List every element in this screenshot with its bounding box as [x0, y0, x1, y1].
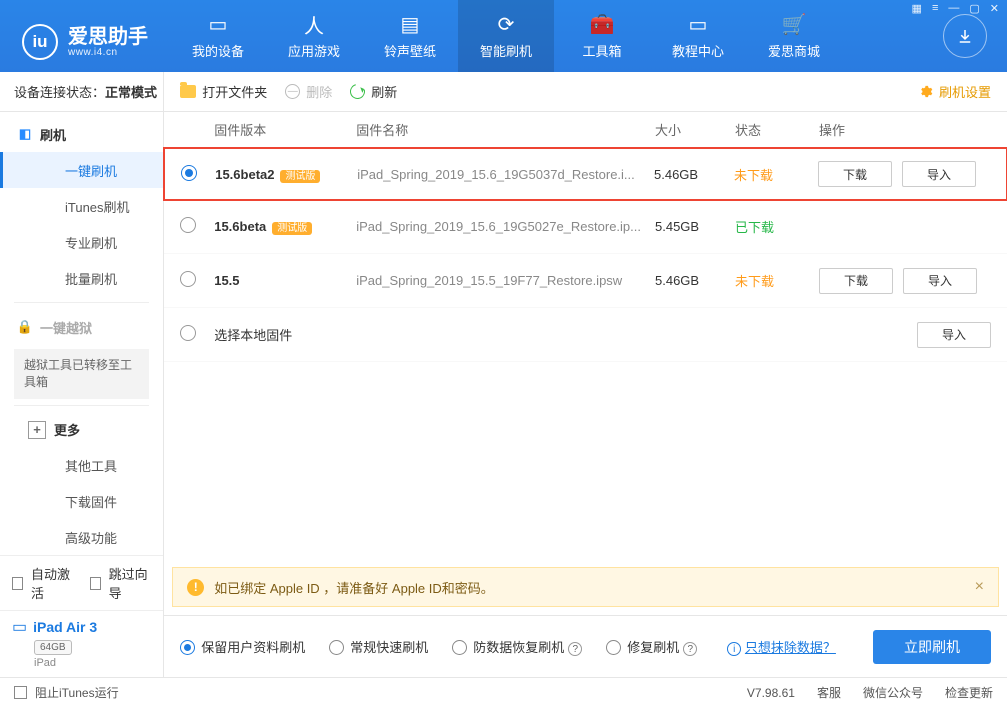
beta-badge: 测试版: [280, 170, 320, 183]
flash-icon: ◧: [14, 126, 36, 142]
block-itunes-checkbox[interactable]: [14, 686, 27, 699]
beta-badge: 测试版: [272, 222, 312, 235]
table-row[interactable]: 选择本地固件导入: [164, 308, 1007, 362]
storage-badge: 64GB: [34, 640, 72, 655]
music-icon: ▤: [401, 13, 420, 37]
toolbox-icon: 🧰: [590, 13, 615, 37]
book-icon: ▭: [689, 13, 708, 37]
help-icon[interactable]: ?: [683, 642, 697, 656]
skip-guide-checkbox[interactable]: [90, 577, 101, 590]
close-icon[interactable]: ✕: [990, 2, 999, 16]
wechat-link[interactable]: 微信公众号: [863, 684, 923, 701]
info-text: 如已绑定 Apple ID ，请准备好 Apple ID和密码。: [214, 578, 494, 597]
update-link[interactable]: 检查更新: [945, 684, 993, 701]
sidebar-group-jailbreak: 🔒 一键越狱: [0, 309, 163, 345]
brand: 爱思助手: [68, 27, 148, 47]
nav-apps[interactable]: 人应用游戏: [266, 0, 362, 72]
download-button[interactable]: 下载: [818, 161, 892, 187]
grid-icon[interactable]: ▦: [912, 2, 922, 16]
table-row[interactable]: 15.6beta2测试版iPad_Spring_2019_15.6_19G503…: [163, 147, 1007, 201]
brand-url: www.i4.cn: [68, 47, 148, 58]
table-row[interactable]: 15.6beta测试版iPad_Spring_2019_15.6_19G5027…: [164, 200, 1007, 254]
nav-my-device[interactable]: ▭我的设备: [170, 0, 266, 72]
option-radio[interactable]: [606, 640, 621, 655]
option-radio[interactable]: [329, 640, 344, 655]
sidebar-item-othertools[interactable]: 其他工具: [0, 448, 163, 484]
service-link[interactable]: 客服: [817, 684, 841, 701]
logo-icon: iu: [22, 24, 58, 60]
nav-tutorials[interactable]: ▭教程中心: [650, 0, 746, 72]
delete-icon: —: [285, 84, 300, 99]
import-button[interactable]: 导入: [917, 322, 991, 348]
nav-store[interactable]: 🛒爱思商城: [746, 0, 842, 72]
sidebar-item-pro[interactable]: 专业刷机: [0, 224, 163, 260]
tablet-icon: ▭: [12, 617, 27, 637]
device-box[interactable]: ▭ iPad Air 3 64GB iPad: [0, 610, 163, 677]
nav-ringtone[interactable]: ▤铃声壁纸: [362, 0, 458, 72]
info-icon[interactable]: i: [727, 642, 741, 656]
content: 打开文件夹 —删除 刷新 刷机设置 固件版本 固件名称 大小 状态 操作 15.…: [164, 72, 1007, 677]
sidebar-group-flash[interactable]: ◧ 刷机: [0, 116, 163, 152]
row-radio[interactable]: [180, 271, 196, 287]
help-icon[interactable]: ?: [568, 642, 582, 656]
downloads-icon[interactable]: [943, 14, 987, 58]
phone-icon: ▭: [209, 13, 228, 37]
import-button[interactable]: 导入: [903, 268, 977, 294]
option-bar: 保留用户资料刷机 常规快速刷机 防数据恢复刷机? 修复刷机? i 只想抹除数据？ 立即…: [164, 615, 1007, 677]
open-folder-button[interactable]: 打开文件夹: [180, 82, 267, 101]
sidebar-item-download-fw[interactable]: 下载固件: [0, 484, 163, 520]
flash-option[interactable]: 防数据恢复刷机?: [452, 637, 582, 657]
window-controls: ▦ ≡ — ▢ ✕: [904, 0, 1007, 18]
flash-option[interactable]: 常规快速刷机: [329, 637, 428, 656]
refresh-button[interactable]: 刷新: [350, 82, 397, 101]
maximize-icon[interactable]: ▢: [969, 2, 979, 16]
flash-option[interactable]: 修复刷机?: [606, 637, 697, 657]
flash-now-button[interactable]: 立即刷机: [873, 630, 991, 664]
sidebar: 设备连接状态： 正常模式 ◧ 刷机 一键刷机 iTunes刷机 专业刷机 批量刷…: [0, 72, 164, 677]
sidebar-more[interactable]: + 更多: [0, 412, 163, 448]
gear-icon: [918, 84, 933, 99]
footer: 阻止iTunes运行 V7.98.61 客服 微信公众号 检查更新: [0, 677, 1007, 707]
logo-wrap: iu 爱思助手 www.i4.cn: [0, 24, 170, 72]
import-button[interactable]: 导入: [902, 161, 976, 187]
option-radio[interactable]: [180, 640, 195, 655]
jailbreak-note: 越狱工具已转移至工具箱: [14, 349, 149, 399]
plus-icon: +: [28, 421, 46, 439]
flash-option[interactable]: 保留用户资料刷机: [180, 637, 305, 656]
refresh-icon: ⟳: [498, 13, 515, 37]
sidebar-item-advanced[interactable]: 高级功能: [0, 520, 163, 555]
device-type: iPad: [34, 657, 151, 669]
option-radio[interactable]: [452, 640, 467, 655]
nav: ▭我的设备 人应用游戏 ▤铃声壁纸 ⟳智能刷机 🧰工具箱 ▭教程中心 🛒爱思商城: [170, 0, 923, 72]
connection-status: 设备连接状态： 正常模式: [0, 72, 163, 112]
auto-activate-checkbox[interactable]: [12, 577, 23, 590]
version-label: V7.98.61: [747, 686, 795, 700]
nav-toolbox[interactable]: 🧰工具箱: [554, 0, 650, 72]
sidebar-item-oneclick[interactable]: 一键刷机: [0, 152, 163, 188]
menu-icon[interactable]: ≡: [932, 2, 938, 16]
row-radio[interactable]: [180, 325, 196, 341]
info-bar: ! 如已绑定 Apple ID ，请准备好 Apple ID和密码。 ×: [172, 567, 999, 607]
minimize-icon[interactable]: —: [948, 2, 959, 16]
sidebar-item-itunes[interactable]: iTunes刷机: [0, 188, 163, 224]
warn-icon: !: [187, 579, 204, 596]
row-radio[interactable]: [180, 217, 196, 233]
flash-settings-button[interactable]: 刷机设置: [918, 82, 991, 101]
delete-button[interactable]: —删除: [285, 82, 332, 101]
nav-flash[interactable]: ⟳智能刷机: [458, 0, 554, 72]
folder-icon: [180, 85, 196, 98]
header: iu 爱思助手 www.i4.cn ▭我的设备 人应用游戏 ▤铃声壁纸 ⟳智能刷…: [0, 0, 1007, 72]
download-button[interactable]: 下载: [819, 268, 893, 294]
table-header: 固件版本 固件名称 大小 状态 操作: [164, 112, 1007, 148]
cart-icon: 🛒: [782, 13, 807, 37]
reload-icon: [348, 81, 368, 101]
apps-icon: 人: [304, 13, 324, 37]
info-close-icon[interactable]: ×: [975, 578, 984, 596]
row-radio[interactable]: [181, 165, 197, 181]
table-row[interactable]: 15.5iPad_Spring_2019_15.5_19F77_Restore.…: [164, 254, 1007, 308]
sidebar-item-batch[interactable]: 批量刷机: [0, 260, 163, 296]
erase-link[interactable]: 只想抹除数据？: [745, 640, 836, 655]
toolbar: 打开文件夹 —删除 刷新 刷机设置: [164, 72, 1007, 112]
lock-icon: 🔒: [14, 319, 36, 335]
